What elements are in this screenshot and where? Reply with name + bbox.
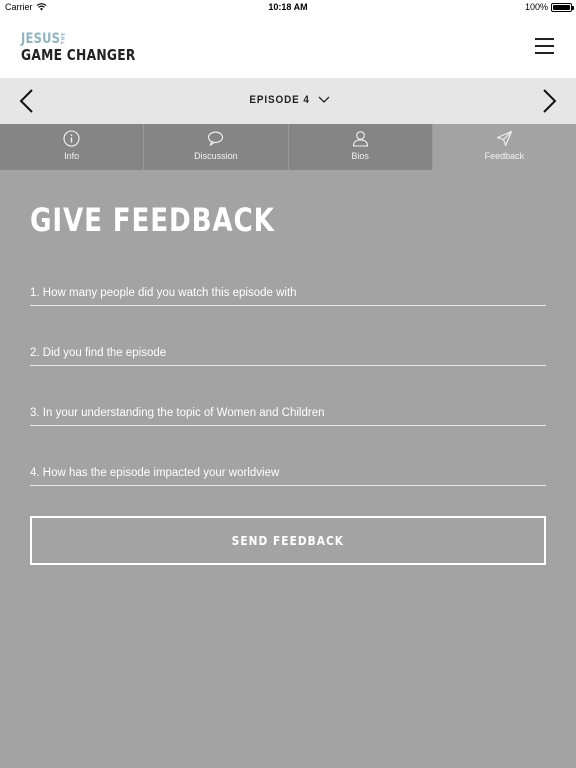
status-bar: Carrier 10:18 AM 100%	[0, 0, 576, 16]
status-time: 10:18 AM	[268, 2, 308, 12]
tab-discussion[interactable]: Discussion	[144, 124, 289, 170]
page-title: GIVE FEEDBACK	[30, 201, 275, 239]
tab-feedback-label: Feedback	[484, 151, 525, 161]
episode-label: EPISODE 4	[249, 94, 310, 106]
episode-selector[interactable]: EPISODE 4	[0, 94, 576, 106]
logo-game-changer: GAME CHANGER	[21, 46, 136, 64]
app-logo[interactable]: JESUS THE GAME CHANGER	[21, 31, 161, 63]
tab-feedback[interactable]: Feedback	[432, 124, 576, 170]
chevron-down-icon	[318, 96, 330, 103]
battery-percent: 100%	[524, 2, 548, 12]
question-field-1	[30, 280, 546, 306]
battery-indicator: 100%	[524, 2, 574, 12]
question-4-input[interactable]	[30, 460, 546, 485]
paper-plane-icon	[496, 130, 512, 147]
hamburger-menu-icon[interactable]	[535, 38, 554, 54]
tab-info-label: Info	[64, 151, 80, 161]
speech-bubble-icon	[208, 131, 224, 147]
send-feedback-button[interactable]: SEND FEEDBACK	[30, 516, 546, 565]
info-icon	[63, 130, 80, 147]
logo-the: THE	[61, 32, 66, 45]
chevron-right-icon[interactable]	[536, 89, 560, 113]
question-2-input[interactable]	[30, 340, 546, 365]
app-header: JESUS THE GAME CHANGER	[0, 16, 576, 78]
battery-icon	[551, 2, 574, 12]
question-field-4	[30, 460, 546, 486]
tab-info[interactable]: Info	[0, 124, 145, 170]
episode-nav-bar: EPISODE 4	[0, 78, 576, 124]
question-field-2	[30, 340, 546, 366]
tab-discussion-label: Discussion	[194, 151, 238, 161]
send-feedback-label: SEND FEEDBACK	[231, 533, 345, 548]
logo-jesus: JESUS	[21, 30, 61, 47]
tab-bios[interactable]: Bios	[288, 124, 433, 170]
question-3-input[interactable]	[30, 400, 546, 425]
tab-bios-label: Bios	[351, 151, 369, 161]
tab-bar: Info Discussion Bios Feedback	[0, 124, 576, 170]
question-field-3	[30, 400, 546, 426]
question-1-input[interactable]	[30, 280, 546, 305]
feedback-form: GIVE FEEDBACK SEND FEEDBACK	[30, 170, 546, 565]
person-icon	[352, 131, 368, 147]
